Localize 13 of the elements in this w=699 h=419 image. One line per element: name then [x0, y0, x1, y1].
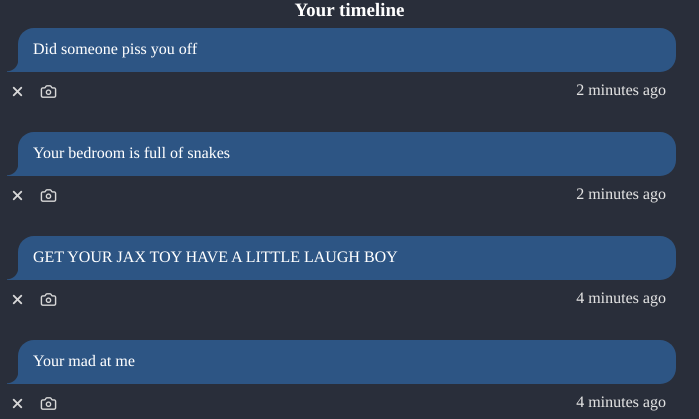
camera-icon: [40, 290, 57, 308]
camera-button[interactable]: [40, 394, 57, 412]
timestamp: 4 minutes ago: [576, 393, 666, 413]
camera-icon: [40, 82, 57, 100]
camera-button[interactable]: [40, 290, 57, 308]
camera-button[interactable]: [40, 82, 57, 100]
timestamp: 2 minutes ago: [576, 185, 666, 205]
camera-icon: [40, 186, 57, 204]
page-title: Your timeline: [294, 0, 404, 22]
timestamp: 4 minutes ago: [576, 289, 666, 309]
timestamp: 2 minutes ago: [576, 81, 666, 101]
camera-icon: [40, 394, 57, 412]
camera-button[interactable]: [40, 186, 57, 204]
